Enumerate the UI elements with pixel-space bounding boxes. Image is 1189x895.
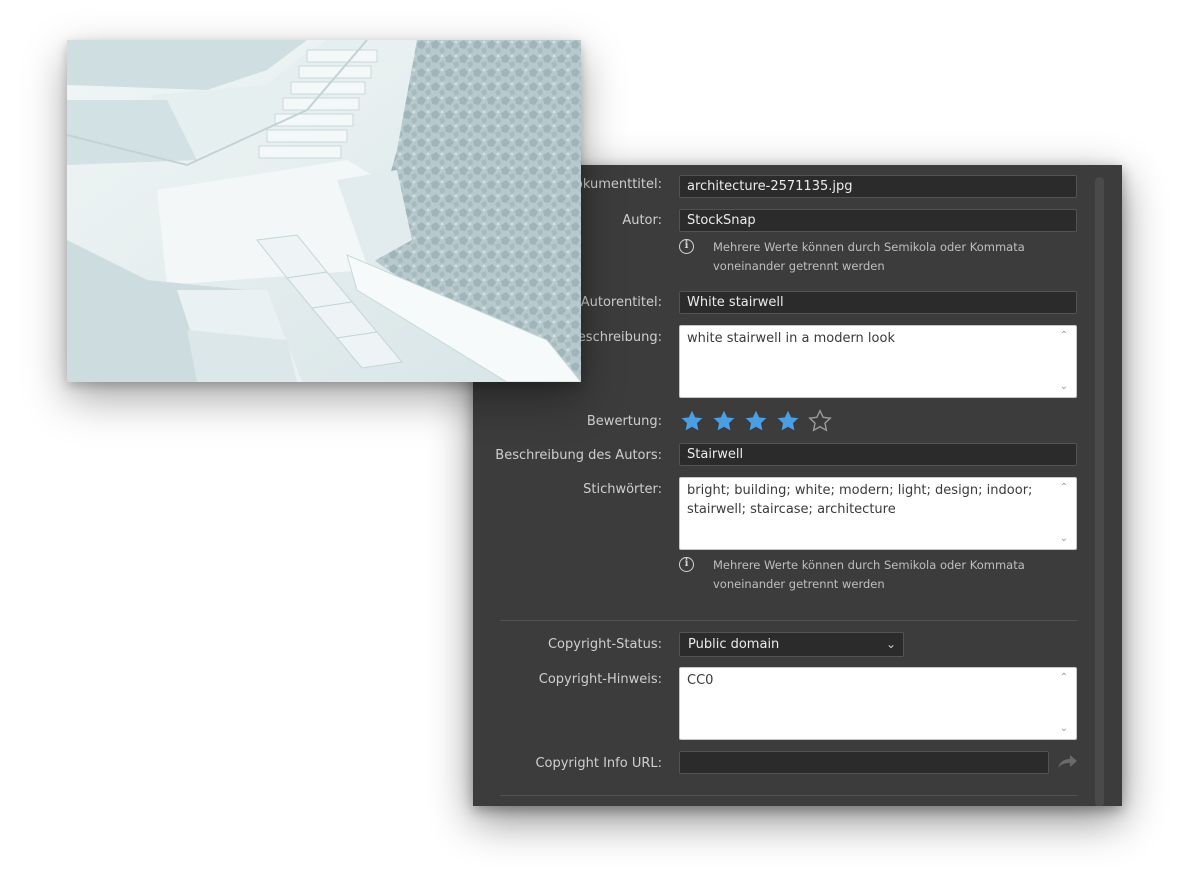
scrollbar[interactable] (1095, 177, 1104, 806)
copyright-notice-text: CC0 (687, 673, 714, 688)
stairwell-photo (67, 40, 581, 382)
chevron-up-icon[interactable]: ⌃ (1059, 483, 1069, 493)
copyright-status-select[interactable]: Public domain ⌄ (679, 632, 904, 657)
info-icon: i (679, 239, 694, 254)
chevron-down-icon[interactable]: ⌄ (1059, 382, 1069, 392)
author-field[interactable]: StockSnap (679, 209, 1077, 232)
copyright-notice-textarea[interactable]: CC0 ⌃ ⌄ (679, 667, 1077, 740)
copyright-url-label: Copyright Info URL: (535, 756, 662, 771)
description-textarea[interactable]: white stairwell in a modern look ⌃ ⌄ (679, 325, 1077, 398)
keywords-hint-text: Mehrere Werte können durch Semikola oder… (713, 558, 1025, 591)
author-description-field[interactable]: Stairwell (679, 443, 1077, 466)
chevron-down-icon: ⌄ (885, 637, 896, 651)
info-icon: i (679, 557, 694, 572)
copyright-status-label: Copyright-Status: (547, 637, 662, 652)
star-icon[interactable] (679, 408, 705, 434)
chevron-down-icon[interactable]: ⌄ (1059, 534, 1069, 544)
star-empty-icon[interactable] (807, 408, 833, 434)
chevron-up-icon[interactable]: ⌃ (1059, 331, 1069, 341)
author-title-field[interactable]: White stairwell (679, 291, 1077, 314)
divider (500, 620, 1077, 621)
copyright-status-value: Public domain (688, 637, 780, 652)
chevron-up-icon[interactable]: ⌃ (1059, 673, 1069, 683)
keywords-textarea[interactable]: bright; building; white; modern; light; … (679, 477, 1077, 550)
keywords-text: bright; building; white; modern; light; … (687, 483, 1033, 517)
rating-label: Bewertung: (586, 414, 662, 429)
divider (500, 795, 1077, 796)
star-icon[interactable] (743, 408, 769, 434)
author-description-label: Beschreibung des Autors: (495, 448, 662, 463)
star-icon[interactable] (775, 408, 801, 434)
keywords-label: Stichwörter: (583, 482, 662, 497)
document-title-field[interactable]: architecture-2571135.jpg (679, 175, 1077, 198)
stairwell-image (67, 40, 581, 382)
star-icon[interactable] (711, 408, 737, 434)
copyright-url-field[interactable] (679, 751, 1049, 774)
copyright-notice-label: Copyright-Hinweis: (538, 672, 662, 687)
author-hint-text: Mehrere Werte können durch Semikola oder… (713, 240, 1025, 273)
chevron-down-icon[interactable]: ⌄ (1059, 724, 1069, 734)
share-arrow-icon[interactable] (1056, 753, 1078, 771)
description-text: white stairwell in a modern look (687, 331, 895, 346)
